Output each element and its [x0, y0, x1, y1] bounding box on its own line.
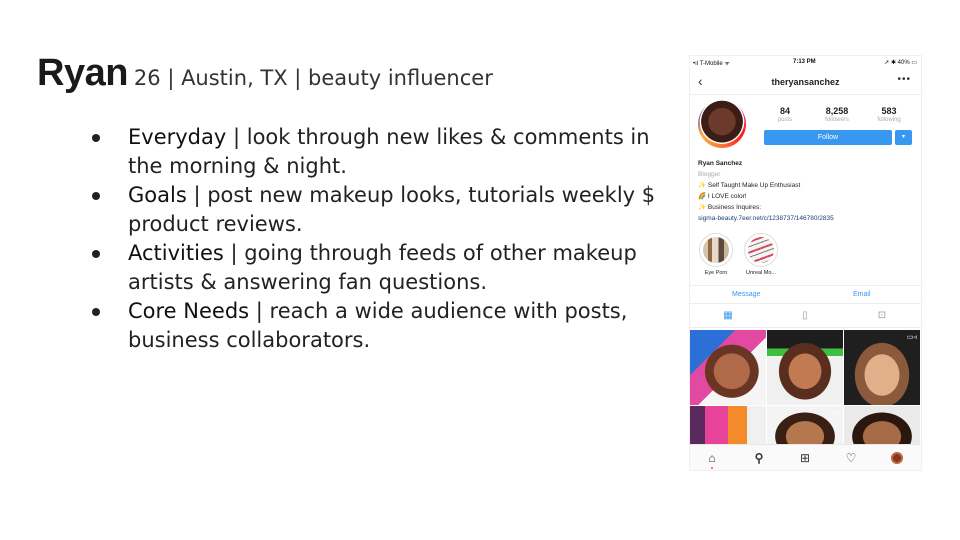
profile-avatar[interactable] [698, 100, 746, 148]
profile-username: theryansanchez [771, 77, 840, 87]
persona-details: 26 | Austin, TX | beauty influencer [133, 66, 493, 90]
bullet-term: Goals [128, 183, 187, 207]
grid-view-icon[interactable]: ▦ [722, 310, 734, 322]
bullet-term: Everyday [128, 125, 227, 149]
post-thumbnail[interactable] [690, 330, 766, 405]
bullet-goals: Goals | post new makeup looks, tutorials… [92, 181, 682, 239]
contact-actions: Message Email [690, 285, 921, 304]
story-highlight[interactable]: Unreal Mo... [743, 233, 779, 276]
highlight-label: Eye Porn [704, 270, 728, 276]
bullet-term: Core Needs [128, 299, 250, 323]
post-thumbnail[interactable] [767, 330, 843, 405]
video-icon: ▭◃ [829, 410, 840, 417]
notification-dot [711, 467, 713, 469]
post-thumbnail[interactable] [690, 406, 766, 444]
battery-indicator: ➚ ✱ 40% ▭ [884, 60, 917, 66]
bullet-dot [92, 308, 100, 316]
story-highlight[interactable]: Eye Porn [698, 233, 734, 276]
bio-name: Ryan Sanchez [698, 160, 743, 167]
status-bar: •ıl T-Mobile ᯤ 7:13 PM ➚ ✱ 40% ▭ [690, 56, 921, 70]
highlight-thumbnail [699, 233, 733, 267]
home-icon[interactable]: ⌂ [705, 451, 719, 465]
highlight-image [748, 237, 774, 263]
bio-link[interactable]: sigma-beauty.7eer.net/c/1238737/146780/2… [698, 213, 918, 224]
stat-posts[interactable]: 84 posts [760, 106, 810, 123]
message-button[interactable]: Message [732, 291, 760, 298]
heart-icon[interactable]: ♡ [844, 451, 858, 465]
post-thumbnail[interactable]: ▭◃ [844, 330, 920, 405]
bullet-activities: Activities | going through feeds of othe… [92, 239, 682, 297]
status-time: 7:13 PM [793, 59, 816, 65]
stat-label: followers [825, 117, 849, 123]
post-grid: ▭◃ ▭◃ [690, 330, 921, 444]
post-thumbnail[interactable]: ▭◃ [767, 406, 843, 444]
stat-value: 583 [881, 106, 897, 116]
bullet-dot [92, 192, 100, 200]
persona-title: Ryan 26 | Austin, TX | beauty influencer [37, 52, 493, 96]
follow-button[interactable]: Follow [764, 130, 892, 145]
bio-line: 🌈 I LOVE color! [698, 193, 747, 200]
stat-value: 8,258 [825, 106, 849, 116]
carrier-signal: •ıl T-Mobile ᯤ [693, 61, 730, 67]
bullet-dot [92, 134, 100, 142]
video-icon: ▭◃ [906, 334, 917, 341]
bottom-tab-bar: ⌂ ⚲ ⊞ ♡ [690, 444, 921, 470]
search-icon[interactable]: ⚲ [752, 451, 766, 465]
more-options-icon[interactable]: ••• [897, 74, 911, 85]
feed-view-icon[interactable]: ▯ [799, 310, 811, 322]
profile-tabs: ▦ ▯ ⊡ [690, 305, 921, 328]
highlight-image [703, 237, 729, 263]
persona-bullet-list: Everyday | look through new likes & comm… [92, 123, 682, 355]
slide: Ryan 26 | Austin, TX | beauty influencer … [0, 0, 960, 540]
bio-category: Blogger [698, 171, 721, 178]
highlight-thumbnail [744, 233, 778, 267]
tagged-view-icon[interactable]: ⊡ [876, 310, 888, 322]
post-thumbnail[interactable] [844, 406, 920, 444]
bullet-dot [92, 250, 100, 258]
email-button[interactable]: Email [853, 291, 871, 298]
instagram-profile-screenshot: •ıl T-Mobile ᯤ 7:13 PM ➚ ✱ 40% ▭ ‹ thery… [690, 56, 921, 470]
stat-followers[interactable]: 8,258 followers [812, 106, 862, 123]
highlight-label: Unreal Mo... [746, 270, 776, 276]
suggestions-dropdown-icon[interactable]: ▾ [895, 130, 912, 145]
bio-line: ✨ Self Taught Make Up Enthusiast [698, 182, 801, 189]
bullet-term: Activities [128, 241, 224, 265]
profile-bio: Ryan Sanchez Blogger ✨ Self Taught Make … [698, 158, 918, 224]
profile-nav-bar: ‹ theryansanchez ••• [690, 70, 921, 95]
bullet-everyday: Everyday | look through new likes & comm… [92, 123, 682, 181]
stat-label: posts [777, 117, 793, 123]
stat-following[interactable]: 583 following [864, 106, 914, 123]
bullet-text: | post new makeup looks, tutorials weekl… [128, 183, 656, 236]
profile-avatar-icon[interactable] [891, 452, 903, 464]
bio-line: ✨ Business Inquires: [698, 204, 762, 211]
persona-name: Ryan [37, 52, 128, 94]
bullet-core-needs: Core Needs | reach a wide audience with … [92, 297, 682, 355]
stat-label: following [877, 117, 901, 123]
stat-value: 84 [779, 106, 790, 116]
add-post-icon[interactable]: ⊞ [798, 451, 812, 465]
